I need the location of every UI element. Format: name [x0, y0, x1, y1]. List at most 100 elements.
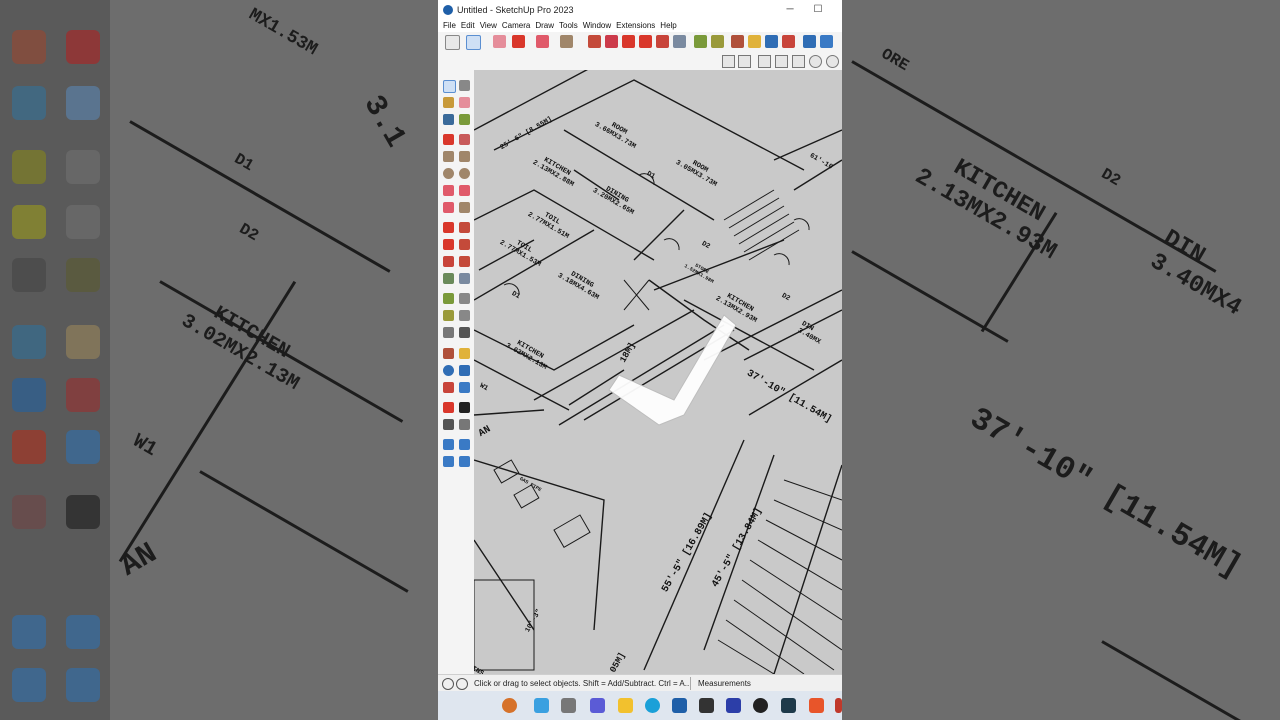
- taskbar-folder-icon[interactable]: [618, 698, 633, 713]
- menu-window[interactable]: Window: [583, 20, 611, 32]
- freehand-icon[interactable]: [459, 134, 470, 145]
- view-right-icon[interactable]: [775, 55, 788, 68]
- taskbar-copilot-icon[interactable]: [534, 698, 549, 713]
- minimize-button[interactable]: ─: [776, 0, 804, 20]
- rotate-icon[interactable]: [639, 35, 652, 48]
- taskbar-file-icon[interactable]: [561, 698, 576, 713]
- select-tool-icon[interactable]: [466, 35, 481, 50]
- extension-warehouse-icon[interactable]: [820, 35, 833, 48]
- menu-tools[interactable]: Tools: [559, 20, 578, 32]
- shape-tool-icon[interactable]: [536, 35, 549, 48]
- follow-me-icon[interactable]: [459, 239, 470, 250]
- menu-view[interactable]: View: [480, 20, 497, 32]
- protractor-icon[interactable]: [443, 310, 454, 321]
- taskbar-sketchup-icon[interactable]: [699, 698, 714, 713]
- zoom-window-icon[interactable]: [459, 365, 470, 376]
- previous-view-icon[interactable]: [459, 382, 470, 393]
- info-icon[interactable]: [456, 678, 468, 690]
- polygon-icon[interactable]: [459, 168, 470, 179]
- walk-icon[interactable]: [459, 402, 470, 413]
- circle-icon[interactable]: [443, 168, 454, 179]
- text-icon[interactable]: [459, 310, 470, 321]
- taskbar-terminal-icon[interactable]: [781, 698, 796, 713]
- lasso-icon[interactable]: [459, 80, 470, 91]
- scale-icon[interactable]: [443, 256, 454, 267]
- tape-icon[interactable]: [459, 114, 470, 125]
- three-point-arc-icon[interactable]: [443, 202, 454, 213]
- select-arrow-icon[interactable]: [443, 80, 456, 93]
- axes-icon[interactable]: [443, 327, 454, 338]
- taskbar-app-icon[interactable]: [502, 698, 517, 713]
- push-pull-icon[interactable]: [459, 222, 470, 233]
- look-around-icon[interactable]: [443, 419, 454, 430]
- pan-icon[interactable]: [748, 35, 761, 48]
- scale-icon[interactable]: [656, 35, 669, 48]
- arc-icon[interactable]: [443, 185, 454, 196]
- view-left-icon[interactable]: [809, 55, 822, 68]
- orbit-icon[interactable]: [731, 35, 744, 48]
- tag-icon[interactable]: [443, 114, 454, 125]
- move-icon[interactable]: [622, 35, 635, 48]
- dimension-icon[interactable]: [459, 293, 470, 304]
- section-plane-icon[interactable]: [459, 419, 470, 430]
- drawing-viewport[interactable]: ROOM 3.66MX3.73M ROOM 3.05MX3.73M KITCHE…: [474, 70, 842, 674]
- tape-measure-icon[interactable]: [694, 35, 707, 48]
- rotated-rectangle-icon[interactable]: [459, 151, 470, 162]
- offset-icon[interactable]: [459, 256, 470, 267]
- zoom-extents-icon[interactable]: [443, 382, 454, 393]
- flip-icon[interactable]: [443, 273, 454, 284]
- taskbar-teams-icon[interactable]: [590, 698, 605, 713]
- view-bottom-icon[interactable]: [826, 55, 839, 68]
- extension-warehouse-icon[interactable]: [443, 456, 454, 467]
- taskbar-store-icon[interactable]: [672, 698, 687, 713]
- search-icon[interactable]: [445, 35, 460, 50]
- menu-edit[interactable]: Edit: [461, 20, 475, 32]
- taskbar-app2-icon[interactable]: [726, 698, 741, 713]
- menu-camera[interactable]: Camera: [502, 20, 530, 32]
- view-front-icon[interactable]: [758, 55, 771, 68]
- geo-location-icon[interactable]: [442, 678, 454, 690]
- warehouse-icon[interactable]: [803, 35, 816, 48]
- menu-file[interactable]: File: [443, 20, 456, 32]
- 3d-text-icon[interactable]: [459, 327, 470, 338]
- pan-icon[interactable]: [459, 348, 470, 359]
- taskbar-edge-icon[interactable]: [645, 698, 660, 713]
- zoom-icon[interactable]: [765, 35, 778, 48]
- rectangle-icon[interactable]: [443, 151, 454, 162]
- warehouse-icon[interactable]: [443, 439, 454, 450]
- maximize-button[interactable]: ☐: [804, 0, 832, 20]
- layout-icon[interactable]: [459, 456, 470, 467]
- tape-measure-icon[interactable]: [443, 293, 454, 304]
- move-icon[interactable]: [443, 222, 454, 233]
- rotate-icon[interactable]: [443, 239, 454, 250]
- pencil-icon[interactable]: [443, 134, 454, 145]
- view-top-icon[interactable]: [738, 55, 751, 68]
- menu-extensions[interactable]: Extensions: [616, 20, 655, 32]
- view-iso-icon[interactable]: [722, 55, 735, 68]
- offset-icon[interactable]: [673, 35, 686, 48]
- taskbar-app3-icon[interactable]: [835, 698, 842, 713]
- orbit-icon[interactable]: [443, 348, 454, 359]
- eraser-icon[interactable]: [493, 35, 506, 48]
- line-tool-icon[interactable]: [512, 35, 525, 48]
- position-camera-icon[interactable]: [443, 402, 454, 413]
- pie-icon[interactable]: [459, 202, 470, 213]
- solid-tools-icon[interactable]: [459, 273, 470, 284]
- zoom-extents-icon[interactable]: [782, 35, 795, 48]
- menu-help[interactable]: Help: [660, 20, 676, 32]
- paint-icon[interactable]: [443, 97, 454, 108]
- share-model-icon[interactable]: [459, 439, 470, 450]
- bg-tool-icon: [12, 30, 46, 64]
- paint-bucket-icon[interactable]: [560, 35, 573, 48]
- taskbar-brave-icon[interactable]: [809, 698, 824, 713]
- eraser-icon[interactable]: [459, 97, 470, 108]
- menu-draw[interactable]: Draw: [535, 20, 554, 32]
- protractor-icon[interactable]: [711, 35, 724, 48]
- bg-tool-icon: [66, 615, 100, 649]
- push-pull-icon[interactable]: [588, 35, 601, 48]
- view-back-icon[interactable]: [792, 55, 805, 68]
- follow-me-icon[interactable]: [605, 35, 618, 48]
- two-point-arc-icon[interactable]: [459, 185, 470, 196]
- zoom-icon[interactable]: [443, 365, 454, 376]
- taskbar-search-icon[interactable]: [753, 698, 768, 713]
